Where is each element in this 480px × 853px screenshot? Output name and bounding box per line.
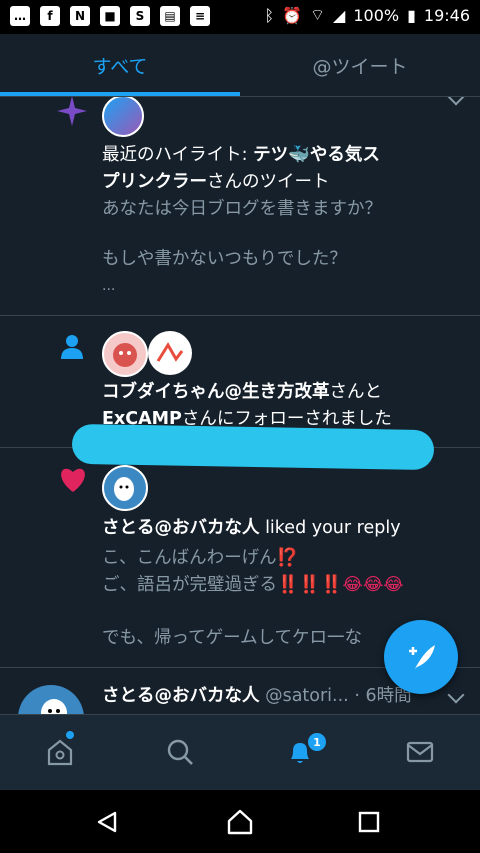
user-name: コブダイちゃん@生き方改革 (102, 382, 330, 402)
like-line[interactable]: さとる@おバカな人 liked your reply (102, 515, 401, 542)
avatar[interactable] (18, 685, 84, 714)
home-icon[interactable] (45, 737, 75, 767)
like-action: liked your reply (259, 518, 401, 538)
notes-icon: ≡ (190, 6, 210, 26)
tweet-header[interactable]: さとる@おバカな人 @satori... · 6時間 (102, 683, 412, 710)
emoji: ‼️‼️‼️😂😂😂 (277, 575, 404, 595)
chat-notification-icon: … (10, 6, 30, 26)
notification-badge: 1 (306, 731, 328, 753)
avatar[interactable] (102, 331, 148, 377)
user-name: さとる@おバカな人 (102, 686, 260, 706)
tweet-text: あなたは今日ブログを書きますか？ (102, 199, 382, 219)
bluetooth-icon: ᛒ (264, 5, 275, 25)
user-handle: @satori... (265, 686, 349, 706)
tab-indicator (0, 92, 240, 96)
home-nav-icon[interactable] (226, 808, 254, 836)
user-name: プリンクラー (102, 172, 207, 192)
back-icon[interactable] (95, 810, 119, 834)
follow-line1[interactable]: コブダイちゃん@生き方改革さんと (102, 379, 382, 406)
system-nav-bar (0, 790, 480, 853)
highlight-line1[interactable]: 最近のハイライト: テツ🐳やる気ス (102, 142, 380, 169)
reply-text-line2: ご、語呂が完璧過ぎる‼️‼️‼️😂😂😂 (102, 572, 404, 599)
contacts-icon: ▤ (160, 6, 180, 26)
app-notification-icon: S (130, 6, 150, 26)
search-icon[interactable] (165, 737, 195, 767)
wifi-icon: ⌔ (309, 5, 326, 24)
tweet-suffix: さんのツイート (207, 172, 330, 192)
app-notification-icon: N (70, 6, 90, 26)
reply-text: こ、こんばんわーげん (102, 548, 277, 568)
reply-text: ご、語呂が完璧過ぎる (102, 575, 277, 595)
tab-all[interactable]: すべて (0, 34, 240, 96)
bottom-nav: 1 (0, 714, 480, 791)
highlight-label: 最近のハイライト: (102, 145, 254, 165)
heart-icon (61, 468, 85, 492)
user-name: さとる@おバカな人 (102, 518, 260, 538)
avatar[interactable] (102, 97, 144, 137)
alarm-icon: ⏰ (282, 5, 302, 25)
reply-text-line3: でも、帰ってゲームしてケロ一な (102, 628, 363, 648)
highlight-line2[interactable]: プリンクラーさんのツイート (102, 169, 330, 196)
divider (0, 315, 480, 316)
battery-icon: ▮ (407, 5, 416, 25)
unread-dot (66, 731, 74, 739)
emoji: ⁉️ (276, 548, 299, 568)
person-icon (61, 335, 83, 359)
tab-mentions[interactable]: @ツイート (240, 34, 480, 96)
app-notification-icon: ■ (100, 6, 120, 26)
facebook-icon: f (40, 6, 60, 26)
sparkle-icon (57, 97, 87, 126)
chevron-down-icon[interactable] (447, 686, 465, 704)
avatar[interactable] (102, 465, 148, 511)
conjunction: さんと (329, 382, 383, 402)
mail-icon[interactable] (405, 737, 435, 767)
chevron-down-icon[interactable] (447, 97, 465, 106)
status-bar: … f N ■ S ▤ ≡ ᛒ ⏰ ⌔ ◢ 100% ▮ 19:46 (0, 0, 480, 34)
avatar[interactable] (148, 331, 192, 375)
tweet-text: もしや書かないつもりでした？ (102, 249, 347, 269)
redaction-scribble (71, 423, 435, 471)
reply-text-line1: こ、こんばんわーげん⁉️ (102, 545, 298, 572)
clock: 19:46 (423, 5, 470, 25)
user-name: テツ🐳やる気ス (253, 145, 380, 165)
notification-tabs: すべて @ツイート (0, 34, 480, 97)
feather-plus-icon (409, 645, 435, 669)
tweet-ellipsis: ... (102, 278, 116, 294)
compose-tweet-button[interactable] (384, 620, 458, 694)
battery-percent: 100% (353, 5, 400, 25)
signal-icon: ◢ (333, 5, 346, 25)
recents-icon[interactable] (358, 811, 380, 833)
